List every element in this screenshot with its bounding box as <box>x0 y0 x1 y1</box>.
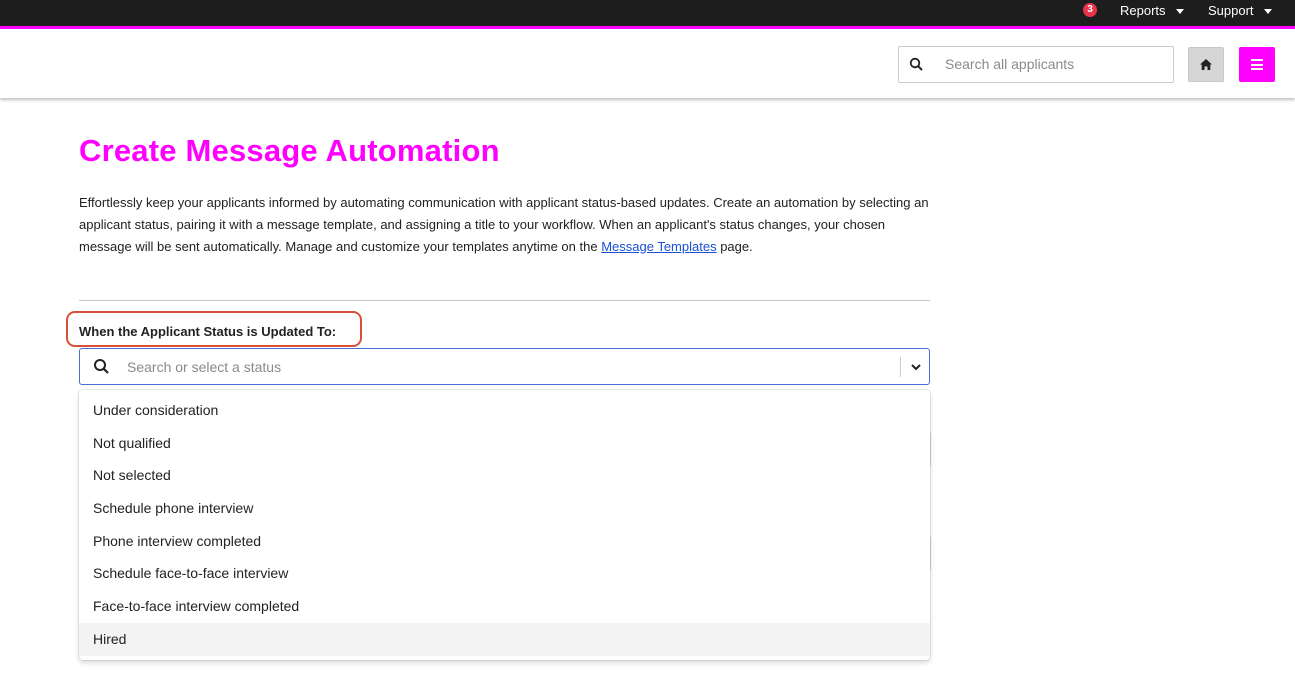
status-select[interactable]: Search or select a status <box>79 348 930 385</box>
status-option-under-consideration[interactable]: Under consideration <box>79 394 930 427</box>
caret-down-icon <box>1263 8 1272 14</box>
status-option-schedule-face-to-face-interview[interactable]: Schedule face-to-face interview <box>79 557 930 590</box>
select-separator <box>900 357 901 377</box>
description-text-end: page. <box>716 239 753 254</box>
message-templates-link[interactable]: Message Templates <box>601 239 716 254</box>
search-icon <box>909 57 923 71</box>
home-icon <box>1200 59 1212 70</box>
status-option-schedule-phone-interview[interactable]: Schedule phone interview <box>79 492 930 525</box>
description-text: Effortlessly keep your applicants inform… <box>79 195 929 254</box>
status-option-hired[interactable]: Hired <box>79 622 930 656</box>
top-navigation-bar: 3 Reports Support <box>0 0 1295 29</box>
page-header <box>0 32 1295 98</box>
status-dropdown-menu: Under consideration Not qualified Not se… <box>79 390 930 660</box>
status-option-not-qualified[interactable]: Not qualified <box>79 427 930 460</box>
reports-menu[interactable]: Reports <box>1120 3 1184 19</box>
page-title: Create Message Automation <box>79 133 500 168</box>
status-select-placeholder: Search or select a status <box>127 359 282 375</box>
chevron-down-icon[interactable] <box>909 360 923 374</box>
hamburger-menu-icon-line <box>1251 63 1263 66</box>
home-button[interactable] <box>1188 47 1224 82</box>
status-option-phone-interview-completed[interactable]: Phone interview completed <box>79 525 930 558</box>
support-menu[interactable]: Support <box>1208 3 1272 19</box>
hamburger-menu-icon <box>1251 59 1263 61</box>
page-description: Effortlessly keep your applicants inform… <box>79 192 939 258</box>
main-menu-button[interactable] <box>1239 47 1275 82</box>
caret-down-icon <box>1175 8 1184 14</box>
search-icon <box>94 359 109 374</box>
status-option-face-to-face-interview-completed[interactable]: Face-to-face interview completed <box>79 590 930 623</box>
applicant-search[interactable] <box>898 46 1174 83</box>
notification-badge[interactable]: 3 <box>1083 3 1097 17</box>
hamburger-menu-icon-line <box>1251 68 1263 70</box>
status-field-label: When the Applicant Status is Updated To: <box>79 324 337 339</box>
status-option-not-selected[interactable]: Not selected <box>79 459 930 492</box>
support-menu-label: Support <box>1208 3 1254 18</box>
reports-menu-label: Reports <box>1120 3 1166 18</box>
search-input[interactable] <box>945 56 1165 72</box>
section-divider <box>79 300 930 301</box>
